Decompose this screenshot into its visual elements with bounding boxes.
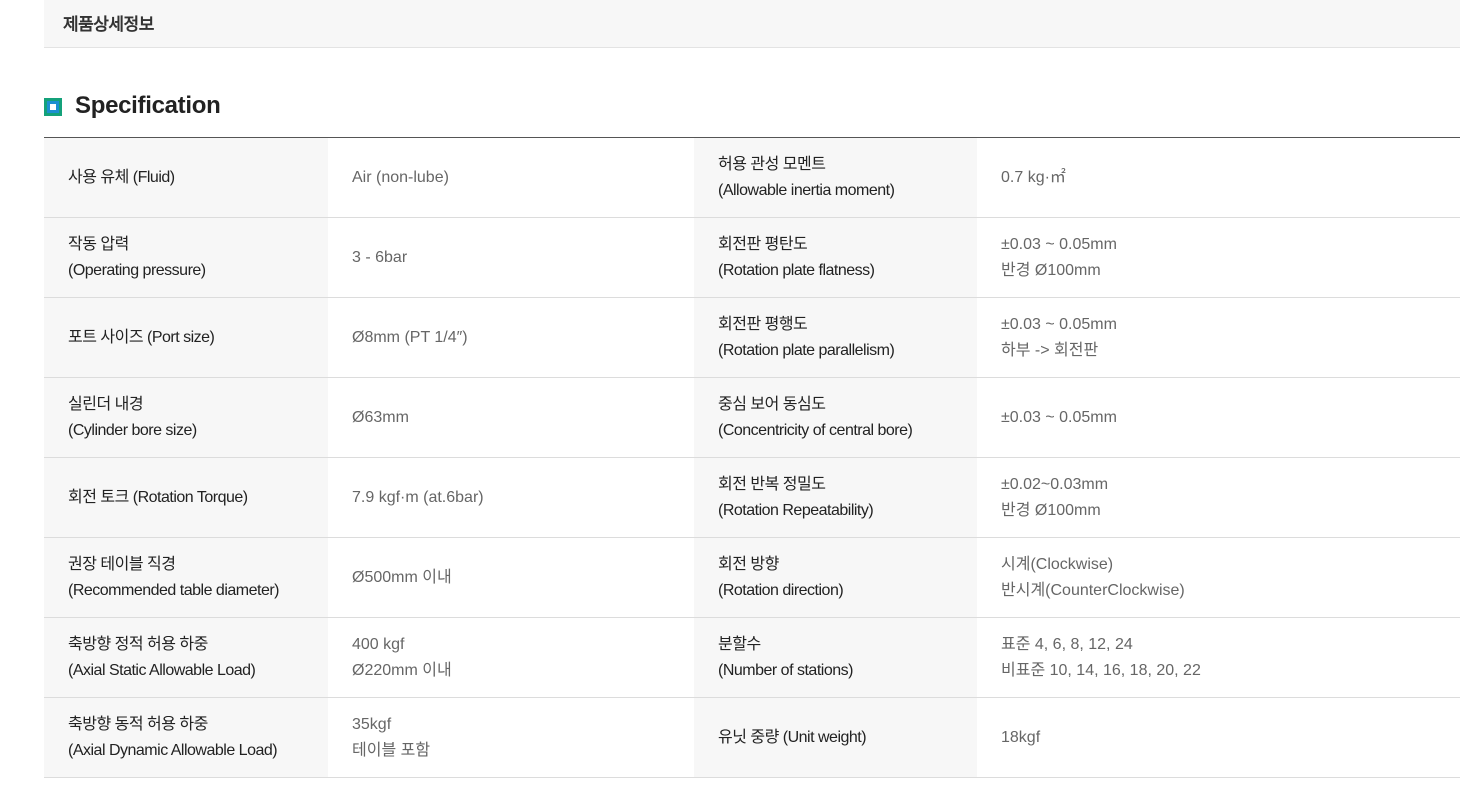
- spec-label-line: 포트 사이즈 (Port size): [68, 328, 215, 346]
- spec-label-line: (Recommended table diameter): [68, 581, 280, 599]
- spec-label-line: 회전 반복 정밀도: [718, 475, 826, 493]
- spec-value-line: 비표준 10, 14, 16, 18, 20, 22: [1001, 661, 1201, 679]
- spec-label: 분할수 (Number of stations): [694, 617, 977, 698]
- spec-label: 축방향 정적 허용 하중 (Axial Static Allowable Load…: [44, 617, 328, 698]
- spec-label-line: (Concentricity of central bore): [718, 421, 913, 439]
- spec-label-line: 실린더 내경: [68, 395, 144, 413]
- spec-label-line: 분할수: [718, 635, 761, 653]
- spec-value: 7.9 kgf·m (at.6bar): [328, 457, 694, 538]
- spec-label: 허용 관성 모멘트 (Allowable inertia moment): [694, 137, 977, 218]
- spec-label: 회전판 평탄도 (Rotation plate flatness): [694, 217, 977, 298]
- spec-label: 유닛 중량 (Unit weight): [694, 697, 977, 778]
- product-detail-tab-label: 제품상세정보: [63, 15, 154, 34]
- spec-value-line: Ø220mm 이내: [352, 661, 452, 679]
- spec-value-line: 테이블 포함: [352, 741, 431, 759]
- spec-label-line: 축방향 정적 허용 하중: [68, 635, 208, 653]
- spec-label: 회전 반복 정밀도 (Rotation Repeatability): [694, 457, 977, 538]
- spec-label-line: 축방향 동적 허용 하중: [68, 715, 208, 733]
- spec-label-line: (Axial Static Allowable Load): [68, 661, 256, 679]
- table-row: 작동 압력 (Operating pressure) 3 - 6bar 회전판 평탄도…: [44, 217, 1460, 298]
- table-row: 포트 사이즈 (Port size) Ø8mm (PT 1/4″) 회전판 평행도 (…: [44, 297, 1460, 378]
- spec-label: 회전 토크 (Rotation Torque): [44, 457, 328, 538]
- spec-value: ±0.03 ~ 0.05mm: [977, 377, 1460, 458]
- spec-value: ±0.03 ~ 0.05mm 하부 -> 회전판: [977, 297, 1460, 378]
- spec-label-line: 회전판 평탄도: [718, 235, 808, 253]
- spec-label: 작동 압력 (Operating pressure): [44, 217, 328, 298]
- spec-value: ±0.03 ~ 0.05mm 반경 Ø100mm: [977, 217, 1460, 298]
- spec-label-line: 회전 토크 (Rotation Torque): [68, 488, 248, 506]
- spec-label-line: (Operating pressure): [68, 261, 206, 279]
- spec-value-line: Air (non-lube): [352, 168, 449, 186]
- spec-value-line: ±0.03 ~ 0.05mm: [1001, 235, 1117, 253]
- spec-value-line: 35kgf: [352, 715, 392, 733]
- table-row: 권장 테이블 직경 (Recommended table diameter) Ø50…: [44, 537, 1460, 618]
- spec-label-line: 사용 유체 (Fluid): [68, 168, 175, 186]
- spec-label-line: (Rotation plate parallelism): [718, 341, 895, 359]
- spec-value: 18kgf: [977, 697, 1460, 778]
- spec-label: 축방향 동적 허용 하중 (Axial Dynamic Allowable Loa…: [44, 697, 328, 778]
- spec-value: 0.7 kg·㎡: [977, 137, 1460, 218]
- spec-value: Air (non-lube): [328, 137, 694, 218]
- table-row: 사용 유체 (Fluid) Air (non-lube) 허용 관성 모멘트 (All…: [44, 137, 1460, 218]
- spec-value: 400 kgf Ø220mm 이내: [328, 617, 694, 698]
- spec-value-line: 400 kgf: [352, 635, 405, 653]
- spec-label-line: (Rotation plate flatness): [718, 261, 875, 279]
- spec-label-line: 회전 방향: [718, 555, 779, 573]
- specification-table: 사용 유체 (Fluid) Air (non-lube) 허용 관성 모멘트 (All…: [44, 137, 1460, 778]
- spec-value-line: 3 - 6bar: [352, 248, 408, 266]
- spec-label-line: 작동 압력: [68, 235, 129, 253]
- spec-value-line: 18kgf: [1001, 728, 1041, 746]
- table-row: 실린더 내경 (Cylinder bore size) Ø63mm 중심 보어 동심도…: [44, 377, 1460, 458]
- spec-label-line: 중심 보어 동심도: [718, 395, 826, 413]
- spec-value: Ø63mm: [328, 377, 694, 458]
- spec-value-line: 반경 Ø100mm: [1001, 261, 1101, 279]
- spec-label: 실린더 내경 (Cylinder bore size): [44, 377, 328, 458]
- spec-value-line: 시계(Clockwise): [1001, 555, 1114, 573]
- spec-label-line: (Cylinder bore size): [68, 421, 197, 439]
- spec-value: 시계(Clockwise) 반시계(CounterClockwise): [977, 537, 1460, 618]
- product-detail-tab[interactable]: 제품상세정보: [44, 0, 1460, 48]
- spec-value-line: 7.9 kgf·m (at.6bar): [352, 488, 484, 506]
- spec-value-line: ±0.03 ~ 0.05mm: [1001, 408, 1117, 426]
- spec-value-line: 하부 -> 회전판: [1001, 341, 1099, 359]
- spec-value-line: ±0.03 ~ 0.05mm: [1001, 315, 1117, 333]
- table-row: 회전 토크 (Rotation Torque) 7.9 kgf·m (at.6ba…: [44, 457, 1460, 538]
- spec-label: 중심 보어 동심도 (Concentricity of central bore): [694, 377, 977, 458]
- square-bullet-icon: [44, 98, 62, 116]
- spec-value-line: Ø8mm (PT 1/4″): [352, 328, 468, 346]
- spec-label-line: 허용 관성 모멘트: [718, 155, 826, 173]
- spec-value: 3 - 6bar: [328, 217, 694, 298]
- spec-value: Ø8mm (PT 1/4″): [328, 297, 694, 378]
- section-title: Specification: [75, 92, 221, 119]
- spec-value-line: Ø63mm: [352, 408, 409, 426]
- spec-value-line: 표준 4, 6, 8, 12, 24: [1001, 635, 1133, 653]
- spec-value-line: ±0.02~0.03mm: [1001, 475, 1109, 493]
- spec-label: 권장 테이블 직경 (Recommended table diameter): [44, 537, 328, 618]
- spec-value: 35kgf 테이블 포함: [328, 697, 694, 778]
- spec-label: 포트 사이즈 (Port size): [44, 297, 328, 378]
- spec-label-line: (Number of stations): [718, 661, 853, 679]
- spec-label-line: (Rotation Repeatability): [718, 501, 874, 519]
- spec-label-line: 권장 테이블 직경: [68, 555, 176, 573]
- spec-value-line: Ø500mm 이내: [352, 568, 452, 586]
- spec-label-line: 회전판 평행도: [718, 315, 808, 333]
- spec-value: Ø500mm 이내: [328, 537, 694, 618]
- spec-label: 회전판 평행도 (Rotation plate parallelism): [694, 297, 977, 378]
- spec-label-line: (Axial Dynamic Allowable Load): [68, 741, 278, 759]
- spec-value-line: 반경 Ø100mm: [1001, 501, 1101, 519]
- spec-label-line: 유닛 중량 (Unit weight): [718, 728, 867, 746]
- spec-value: 표준 4, 6, 8, 12, 24 비표준 10, 14, 16, 18, 20…: [977, 617, 1460, 698]
- spec-value: ±0.02~0.03mm 반경 Ø100mm: [977, 457, 1460, 538]
- spec-value-line: 0.7 kg·㎡: [1001, 168, 1066, 186]
- spec-label-line: (Rotation direction): [718, 581, 844, 599]
- table-row: 축방향 동적 허용 하중 (Axial Dynamic Allowable Loa…: [44, 697, 1460, 778]
- spec-label-line: (Allowable inertia moment): [718, 181, 895, 199]
- spec-label: 회전 방향 (Rotation direction): [694, 537, 977, 618]
- spec-label: 사용 유체 (Fluid): [44, 137, 328, 218]
- table-row: 축방향 정적 허용 하중 (Axial Static Allowable Load…: [44, 617, 1460, 698]
- spec-value-line: 반시계(CounterClockwise): [1001, 581, 1185, 599]
